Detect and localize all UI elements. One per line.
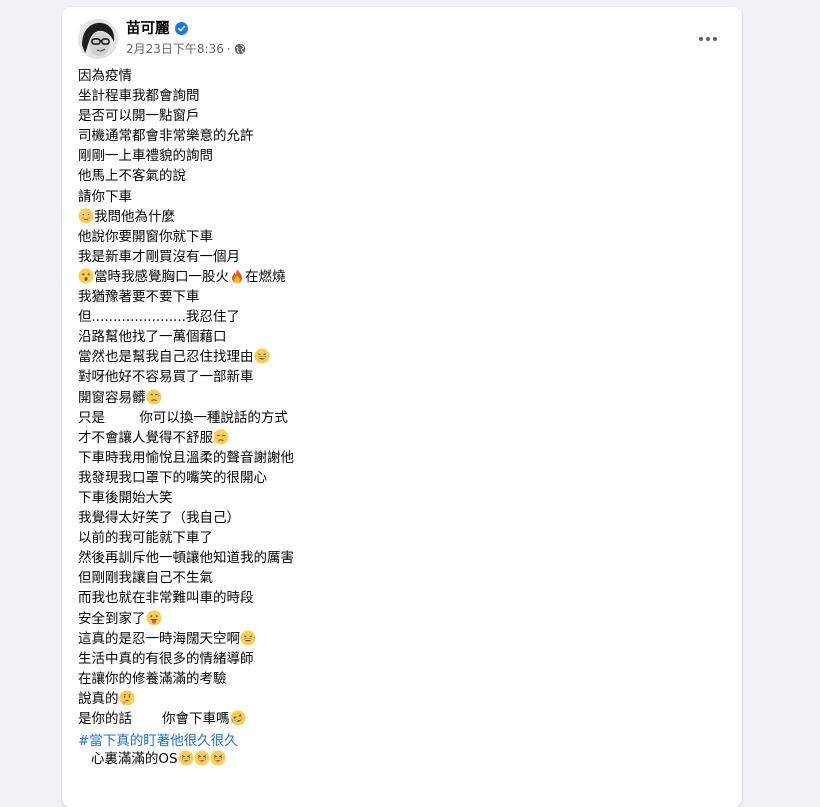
post-line-text: 心裏滿滿的OS [78,751,178,768]
post-line: 但剛剛我讓自己不生氣 [78,568,718,588]
post-line-text: 司機通常都會非常樂意的允許 [78,128,254,145]
post-line: 司機通常都會非常樂意的允許 [78,126,718,146]
author-avatar[interactable] [78,19,118,59]
post-line-text: 對呀他好不容易買了一部新車 [78,369,254,386]
post-line-text: 我猶豫著要不要下車 [78,289,200,306]
post-line: 下車後開始大笑 [78,488,718,508]
post-line-text: 生活中真的有很多的情緒導師 [78,650,254,667]
post-line: 是你的話 你會下車嗎 [78,709,718,729]
post-line-text: 我發現我口罩下的嘴笑的很開心 [78,469,267,486]
post-line: 請你下車 [78,187,718,207]
post-line: 然後再訓斥他一頓讓他知道我的厲害 [78,548,718,568]
post-line: 他馬上不客氣的說 [78,166,718,186]
post-line: 剛剛一上車禮貌的詢問 [78,146,718,166]
post-line-text: 當然也是幫我自己忍住找理由 [78,349,254,366]
post-line-text: 我問他為什麼 [94,208,175,225]
post-timestamp[interactable]: 2月23日下午8:36 [126,42,224,56]
post-line-text: 只是 你可以換一種說話的方式 [78,409,288,426]
post-line-text: 是你的話 你會下車嗎 [78,711,230,727]
post-line: 在讓你的修養滿滿的考驗 [78,669,718,689]
fire-icon [229,268,245,284]
flushed-face-icon [78,208,94,224]
more-dots-icon [698,36,718,42]
post-line-text: 才不會讓人覺得不舒服 [78,429,213,446]
thinking-face-icon [119,690,135,706]
post-line: 說真的 [78,689,718,709]
post-line: 坐計程車我都會詢問 [78,86,718,106]
post-line-text: 我是新車才剛買沒有一個月 [78,248,240,265]
post-line: 我發現我口罩下的嘴笑的很開心 [78,468,718,488]
post-line: 安全到家了 [78,609,718,629]
verified-badge-icon [174,22,188,35]
hashtag-link[interactable]: #當下真的盯著他很久很久 [78,731,238,751]
post-line-text: 他馬上不客氣的說 [78,168,186,185]
post-line-text: 我覺得太好笑了（我自己） [78,510,240,527]
post-line: 當時我感覺胸口一股火 在燃燒 [78,267,718,287]
post-line: 對呀他好不容易買了一部新車 [78,367,718,387]
post-line-text: 他說你要開窗你就下車 [78,228,213,245]
post-line-text: 這真的是忍一時海闊天空啊 [78,630,240,647]
astonished-face-icon [78,268,94,284]
author-name[interactable]: 苗可麗 [126,21,170,37]
post-line: 以前的我可能就下車了 [78,528,718,548]
post-line-text: 下車時我用愉悅且溫柔的聲音謝謝他 [78,449,294,466]
post-meta: 2月23日下午8:36 · [126,41,246,57]
post-line-text: 以前的我可能就下車了 [78,530,213,547]
post-line-text: 安全到家了 [78,610,146,627]
post-line: 我覺得太好笑了（我自己） [78,508,718,528]
grinning-face-icon [254,348,270,364]
post-line-text: 因為疫情 [78,68,132,84]
post-line: 當然也是幫我自己忍住找理由 [78,347,718,367]
post-line-text: 是否可以開一點窗戶 [78,108,200,125]
tongue-face-icon [146,610,162,626]
post-text: 因為疫情 坐計程車我都會詢問 是否可以開一點窗戶 司機通常都會非常樂意的允許 剛… [78,66,718,769]
post-line-text: 在讓你的修養滿滿的考驗 [78,670,227,687]
author-name-row: 苗可麗 [126,20,188,38]
grinning-face-icon [240,630,256,646]
post-line-text: 請你下車 [78,188,132,205]
grinning-squint-face-icon [194,750,210,766]
rofl-face-icon [230,710,246,726]
sad-sweat-face-icon [146,389,162,405]
post-line: 才不會讓人覺得不舒服 [78,428,718,448]
post-line: 他說你要開窗你就下車 [78,227,718,247]
post-line: 是否可以開一點窗戶 [78,106,718,126]
globe-icon[interactable] [234,43,246,55]
avatar-image [78,19,118,59]
post-line: 下車時我用愉悅且溫柔的聲音謝謝他 [78,448,718,468]
unamused-face-icon [213,429,229,445]
post-line-text: 沿路幫他找了一萬個藉口 [78,329,227,346]
post-line: 而我也就在非常難叫車的時段 [78,588,718,608]
post-line: 因為疫情 [78,66,718,86]
post-header: 苗可麗 2月23日下午8:36 · [78,19,726,59]
grinning-squint-face-icon [210,750,226,766]
post-card: 苗可麗 2月23日下午8:36 · 因為疫情 坐計程車我都會詢問 是否可以開一點窗… [62,7,742,807]
post-line: 我是新車才剛買沒有一個月 [78,247,718,267]
post-line-text: 但......................我忍住了 [78,309,240,326]
post-line: 只是 你可以換一種說話的方式 [78,408,718,428]
post-line: 但......................我忍住了 [78,307,718,327]
post-line: 我問他為什麼 [78,207,718,227]
post-line-text: 開窗容易髒 [78,389,146,406]
post-line: 沿路幫他找了一萬個藉口 [78,327,718,347]
more-options-button[interactable] [690,21,726,57]
hashtag-line: #當下真的盯著他很久很久 [78,729,718,749]
post-line-text: 但剛剛我讓自己不生氣 [78,570,213,587]
post-line-text: 而我也就在非常難叫車的時段 [78,590,254,607]
post-line: 開窗容易髒 [78,388,718,408]
post-line-text: 在燃燒 [245,268,286,285]
post-line-text: 然後再訓斥他一頓讓他知道我的厲害 [78,550,294,567]
post-line-text: 坐計程車我都會詢問 [78,88,200,105]
post-line: 生活中真的有很多的情緒導師 [78,649,718,669]
post-line: 心裏滿滿的OS [78,749,718,769]
post-line: 這真的是忍一時海闊天空啊 [78,629,718,649]
post-line: 我猶豫著要不要下車 [78,287,718,307]
post-line-text: 說真的 [78,690,119,707]
meta-separator: · [226,42,231,56]
post-line-text: 當時我感覺胸口一股火 [94,268,229,285]
post-line-text: 剛剛一上車禮貌的詢問 [78,148,213,165]
post-line-text: 下車後開始大笑 [78,489,173,506]
grinning-squint-face-icon [178,750,194,766]
